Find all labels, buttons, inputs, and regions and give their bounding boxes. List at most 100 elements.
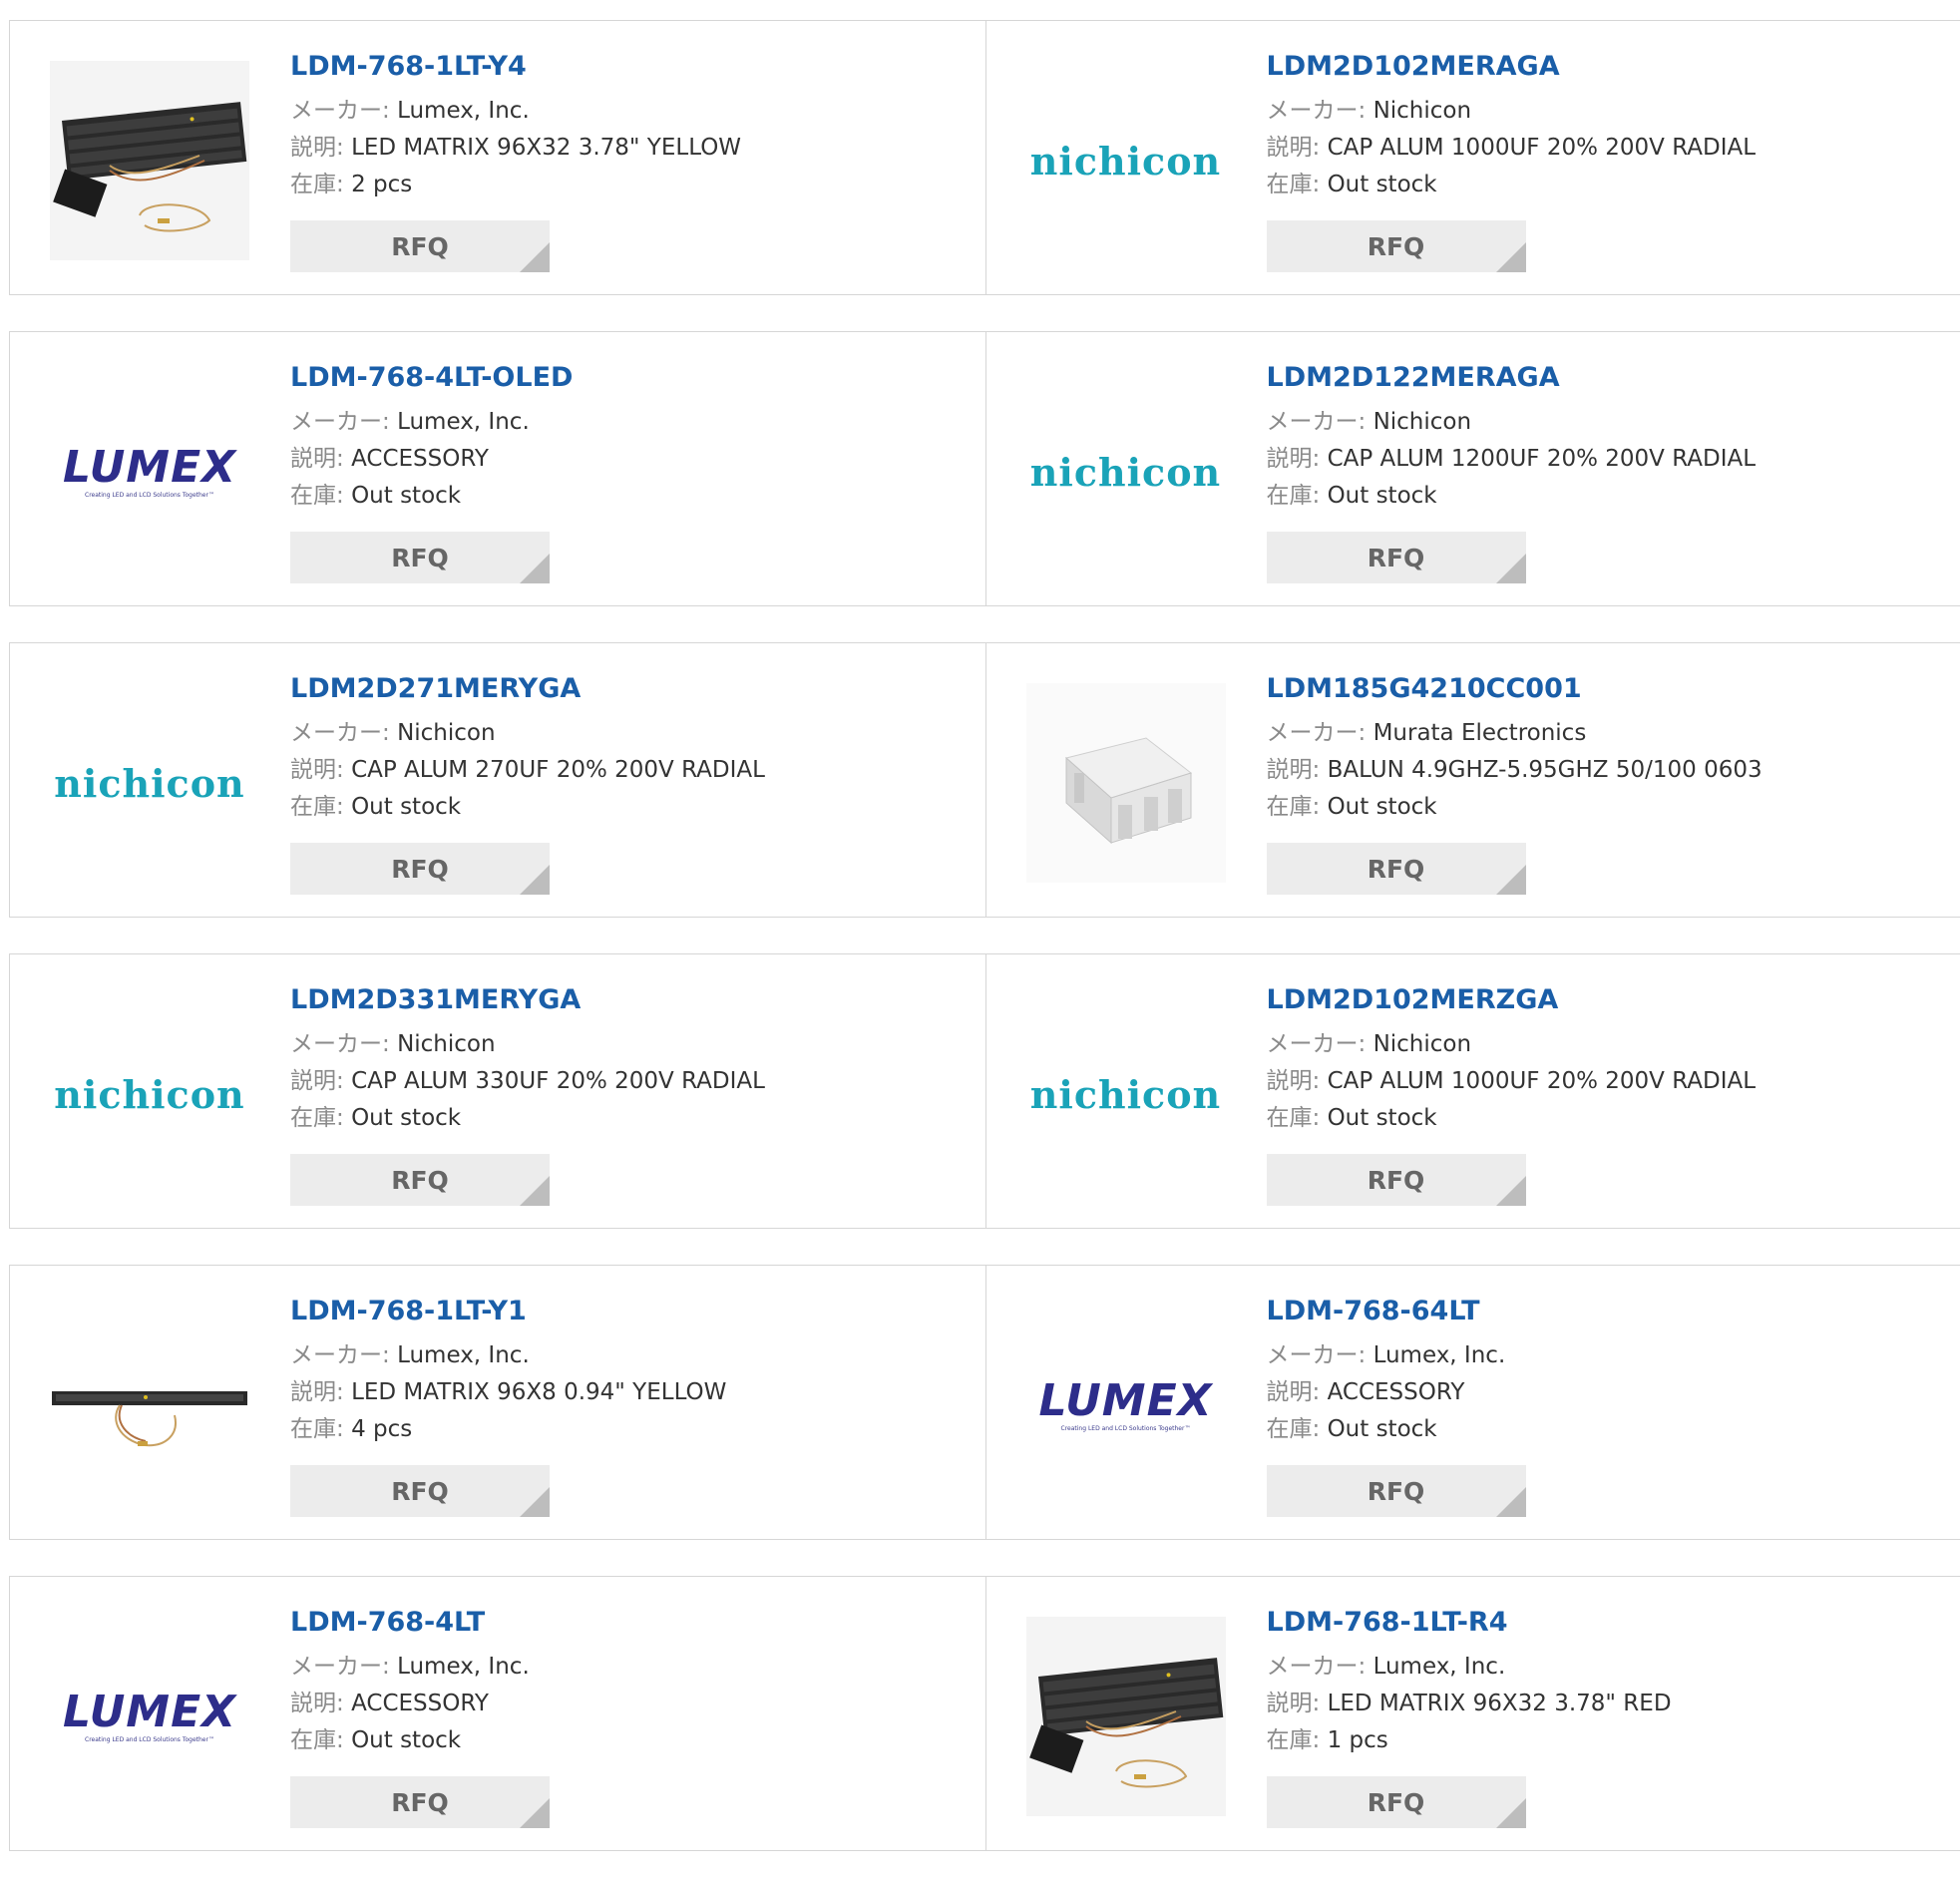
rfq-button[interactable]: RFQ — [1267, 532, 1526, 583]
maker-value: Nichicon — [1373, 409, 1472, 435]
rfq-button[interactable]: RFQ — [290, 1776, 550, 1828]
corner-triangle-icon — [1496, 865, 1526, 895]
stock-line: 在庫: Out stock — [290, 478, 976, 515]
product-thumbnail[interactable] — [1026, 683, 1226, 883]
maker-value: Lumex, Inc. — [1373, 1654, 1506, 1680]
rfq-label: RFQ — [1368, 544, 1425, 572]
product-thumbnail[interactable]: LUMEXCreating LED and LCD Solutions Toge… — [50, 1617, 249, 1816]
maker-label: メーカー: — [1267, 98, 1367, 124]
rfq-button[interactable]: RFQ — [290, 843, 550, 895]
description-value: CAP ALUM 1000UF 20% 200V RADIAL — [1328, 1068, 1756, 1094]
stock-value: Out stock — [1328, 1105, 1437, 1131]
stock-label: 在庫: — [1267, 1416, 1321, 1442]
rfq-button[interactable]: RFQ — [1267, 1154, 1526, 1206]
product-info: LDM2D331MERYGA メーカー: Nichicon 説明: CAP AL… — [290, 982, 976, 1137]
product-card: LDM185G4210CC001 メーカー: Murata Electronic… — [985, 643, 1960, 917]
stock-value: Out stock — [351, 1727, 461, 1753]
product-row: LUMEXCreating LED and LCD Solutions Toge… — [9, 331, 1960, 606]
rfq-button[interactable]: RFQ — [290, 532, 550, 583]
part-number-link[interactable]: LDM-768-1LT-R4 — [1267, 1605, 1951, 1641]
part-number-link[interactable]: LDM185G4210CC001 — [1267, 671, 1951, 707]
maker-line: メーカー: Nichicon — [1267, 93, 1951, 130]
stock-value: Out stock — [351, 1105, 461, 1131]
stock-value: Out stock — [351, 483, 461, 509]
maker-value: Lumex, Inc. — [397, 1342, 530, 1368]
description-line: 説明: LED MATRIX 96X32 3.78" RED — [1267, 1686, 1951, 1722]
product-thumbnail[interactable]: LUMEXCreating LED and LCD Solutions Toge… — [50, 372, 249, 571]
description-label: 説明: — [290, 1691, 344, 1716]
corner-triangle-icon — [1496, 1176, 1526, 1206]
maker-label: メーカー: — [290, 1342, 390, 1368]
stock-line: 在庫: Out stock — [1267, 1411, 1951, 1448]
maker-label: メーカー: — [1267, 1031, 1367, 1057]
description-label: 説明: — [290, 446, 344, 472]
rfq-button[interactable]: RFQ — [1267, 220, 1526, 272]
maker-line: メーカー: Lumex, Inc. — [290, 1337, 976, 1374]
product-thumbnail[interactable]: LUMEXCreating LED and LCD Solutions Toge… — [1026, 1306, 1226, 1505]
rfq-button[interactable]: RFQ — [290, 1154, 550, 1206]
part-number-link[interactable]: LDM2D102MERZGA — [1267, 982, 1951, 1018]
maker-line: メーカー: Lumex, Inc. — [290, 404, 976, 441]
stock-label: 在庫: — [290, 172, 344, 197]
rfq-label: RFQ — [391, 1477, 449, 1506]
product-thumbnail[interactable] — [1026, 1617, 1226, 1816]
product-row: LUMEXCreating LED and LCD Solutions Toge… — [9, 1576, 1960, 1851]
corner-triangle-icon — [1496, 1487, 1526, 1517]
maker-value: Lumex, Inc. — [397, 98, 530, 124]
maker-value: Lumex, Inc. — [1373, 1342, 1506, 1368]
part-number-link[interactable]: LDM-768-1LT-Y1 — [290, 1294, 976, 1329]
maker-line: メーカー: Lumex, Inc. — [1267, 1649, 1951, 1686]
product-row: LDM-768-1LT-Y1 メーカー: Lumex, Inc. 説明: LED… — [9, 1265, 1960, 1540]
rfq-button[interactable]: RFQ — [1267, 1465, 1526, 1517]
product-thumbnail[interactable]: nichicon — [1026, 372, 1226, 571]
rfq-button[interactable]: RFQ — [1267, 1776, 1526, 1828]
stock-line: 在庫: 4 pcs — [290, 1411, 976, 1448]
description-line: 説明: CAP ALUM 330UF 20% 200V RADIAL — [290, 1063, 976, 1100]
maker-value: Nichicon — [1373, 1031, 1472, 1057]
stock-value: Out stock — [1328, 483, 1437, 509]
maker-label: メーカー: — [1267, 1342, 1367, 1368]
description-label: 説明: — [1267, 757, 1321, 783]
part-number-link[interactable]: LDM-768-1LT-Y4 — [290, 49, 976, 85]
product-card: LUMEXCreating LED and LCD Solutions Toge… — [985, 1266, 1960, 1539]
description-value: ACCESSORY — [351, 446, 489, 472]
product-row: nichicon LDM2D331MERYGA メーカー: Nichicon 説… — [9, 953, 1960, 1229]
product-thumbnail[interactable] — [50, 61, 249, 260]
product-thumbnail[interactable]: nichicon — [1026, 61, 1226, 260]
maker-line: メーカー: Lumex, Inc. — [1267, 1337, 1951, 1374]
rfq-label: RFQ — [1368, 232, 1425, 261]
led-matrix-photo — [50, 61, 249, 260]
product-grid: LDM-768-1LT-Y4 メーカー: Lumex, Inc. 説明: LED… — [9, 20, 1960, 1887]
product-card: LUMEXCreating LED and LCD Solutions Toge… — [10, 1577, 985, 1850]
lumex-wordmark: LUMEX — [1038, 1379, 1212, 1423]
maker-label: メーカー: — [290, 409, 390, 435]
rfq-button[interactable]: RFQ — [1267, 843, 1526, 895]
rfq-label: RFQ — [391, 1166, 449, 1195]
product-thumbnail[interactable]: nichicon — [50, 994, 249, 1194]
part-number-link[interactable]: LDM-768-4LT — [290, 1605, 976, 1641]
rfq-button[interactable]: RFQ — [290, 1465, 550, 1517]
product-info: LDM-768-64LT メーカー: Lumex, Inc. 説明: ACCES… — [1267, 1294, 1951, 1448]
rfq-label: RFQ — [1368, 1477, 1425, 1506]
part-number-link[interactable]: LDM2D271MERYGA — [290, 671, 976, 707]
product-row: LDM-768-1LT-Y4 メーカー: Lumex, Inc. 説明: LED… — [9, 20, 1960, 295]
description-label: 説明: — [290, 1068, 344, 1094]
product-info: LDM-768-1LT-Y1 メーカー: Lumex, Inc. 説明: LED… — [290, 1294, 976, 1448]
corner-triangle-icon — [520, 1176, 550, 1206]
product-thumbnail[interactable]: nichicon — [1026, 994, 1226, 1194]
maker-value: Nichicon — [397, 1031, 496, 1057]
maker-value: Murata Electronics — [1373, 720, 1587, 746]
led-matrix-photo — [50, 1306, 249, 1505]
part-number-link[interactable]: LDM2D102MERAGA — [1267, 49, 1951, 85]
part-number-link[interactable]: LDM-768-4LT-OLED — [290, 360, 976, 396]
stock-value: Out stock — [1328, 794, 1437, 820]
description-value: CAP ALUM 270UF 20% 200V RADIAL — [351, 757, 765, 783]
description-label: 説明: — [290, 135, 344, 161]
description-line: 説明: ACCESSORY — [290, 441, 976, 478]
rfq-button[interactable]: RFQ — [290, 220, 550, 272]
part-number-link[interactable]: LDM-768-64LT — [1267, 1294, 1951, 1329]
part-number-link[interactable]: LDM2D331MERYGA — [290, 982, 976, 1018]
part-number-link[interactable]: LDM2D122MERAGA — [1267, 360, 1951, 396]
product-thumbnail[interactable]: nichicon — [50, 683, 249, 883]
product-thumbnail[interactable] — [50, 1306, 249, 1505]
